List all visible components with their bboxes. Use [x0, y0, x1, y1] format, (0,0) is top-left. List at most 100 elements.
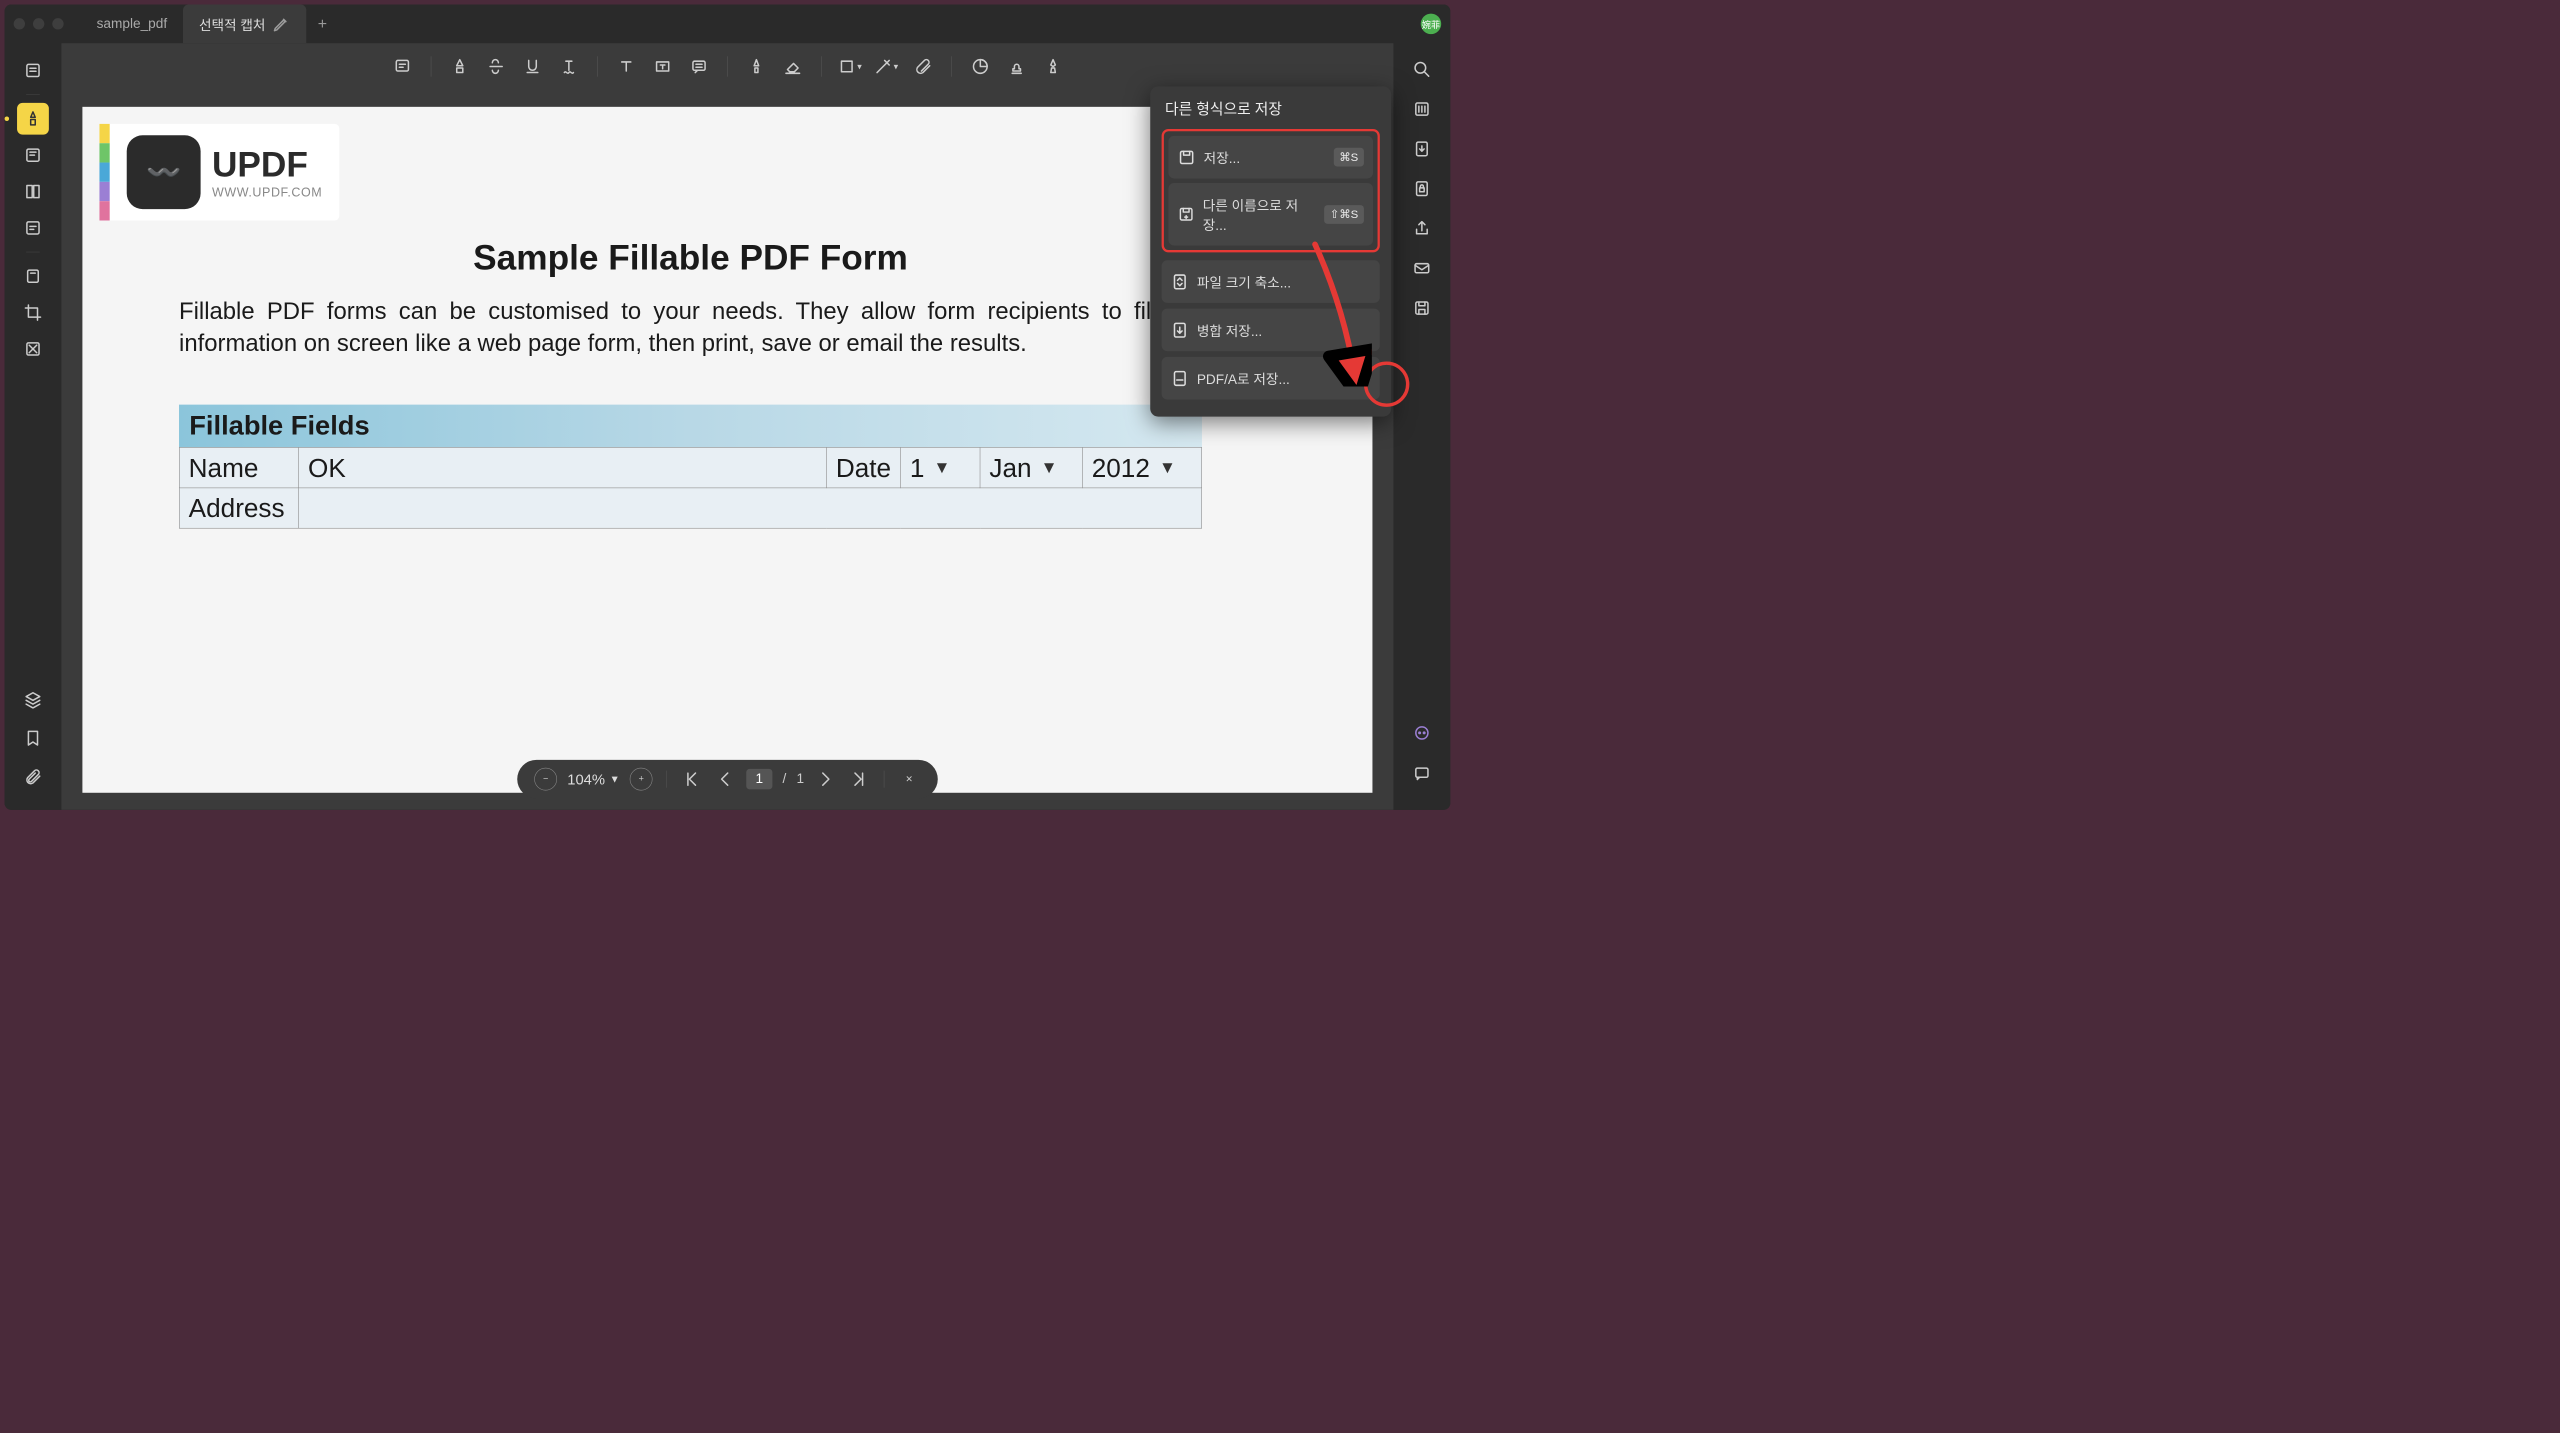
address-field[interactable] — [299, 488, 1202, 528]
signature-button[interactable] — [1037, 51, 1069, 83]
close-controls-button[interactable]: ✕ — [898, 768, 921, 791]
zoom-level[interactable]: 104%▼ — [567, 770, 619, 788]
reader-mode-button[interactable] — [17, 55, 49, 87]
merge-icon — [1171, 321, 1189, 339]
callout-button[interactable] — [683, 51, 715, 83]
month-select[interactable]: Jan▼ — [980, 448, 1082, 488]
highlight-button[interactable] — [444, 51, 476, 83]
squiggle-button[interactable] — [553, 51, 585, 83]
highlight-annotation: 저장... ⌘S 다른 이름으로 저장... ⇧⌘S — [1162, 129, 1380, 252]
textbox-button[interactable] — [646, 51, 678, 83]
annotation-toolbar: ▾ ▾ — [61, 43, 1393, 90]
last-page-button[interactable] — [847, 768, 870, 791]
share-button[interactable] — [1407, 214, 1437, 244]
note-button[interactable] — [386, 51, 418, 83]
search-button[interactable] — [1407, 55, 1437, 85]
crop-button[interactable] — [17, 297, 49, 329]
chevron-down-icon: ▼ — [933, 458, 950, 477]
year-select[interactable]: 2012▼ — [1082, 448, 1201, 488]
chevron-down-icon: ▼ — [610, 773, 620, 785]
save-icon — [1178, 148, 1196, 166]
zoom-in-button[interactable]: + — [630, 768, 653, 791]
name-label: Name — [179, 448, 298, 488]
document-title: Sample Fillable PDF Form — [99, 238, 1281, 278]
save-as-popover: 다른 형식으로 저장 저장... ⌘S 다른 이름으로 저장... ⇧⌘S 파일… — [1150, 86, 1391, 416]
brand-header: 〰️ UPDF WWW.UPDF.COM — [99, 124, 339, 221]
prev-page-button[interactable] — [713, 768, 736, 791]
pencil-button[interactable] — [740, 51, 772, 83]
date-label: Date — [826, 448, 900, 488]
stamp-button[interactable]: ▾ — [870, 51, 902, 83]
attachment-button[interactable] — [17, 761, 49, 793]
chevron-down-icon: ▼ — [1159, 458, 1176, 477]
document-body: Fillable PDF forms can be customised to … — [179, 295, 1202, 359]
eraser-button[interactable] — [777, 51, 809, 83]
sticker-button[interactable] — [964, 51, 996, 83]
reduce-size-item[interactable]: 파일 크기 축소... — [1162, 260, 1380, 303]
organize-mode-button[interactable] — [17, 176, 49, 208]
next-page-button[interactable] — [814, 768, 837, 791]
pencil-icon[interactable] — [272, 15, 290, 33]
first-page-button[interactable] — [681, 768, 704, 791]
underline-button[interactable] — [516, 51, 548, 83]
save-as-icon — [1178, 205, 1195, 223]
zoom-out-button[interactable]: − — [534, 768, 557, 791]
section-heading: Fillable Fields — [179, 405, 1202, 448]
page-total: 1 — [796, 771, 804, 787]
tab-label: sample_pdf — [97, 16, 168, 32]
close-window-icon[interactable] — [14, 18, 25, 29]
save-as-shortcut: ⇧⌘S — [1324, 205, 1364, 224]
titlebar: sample_pdf 선택적 캡처 + 婉菲 — [5, 5, 1451, 44]
color-strip-icon — [99, 124, 109, 221]
tab-label: 선택적 캡처 — [199, 14, 266, 34]
tools-button[interactable] — [17, 260, 49, 292]
protect-button[interactable] — [1407, 174, 1437, 204]
reduce-label: 파일 크기 축소... — [1197, 272, 1291, 292]
pdfa-save-item[interactable]: PDF/A로 저장... — [1162, 357, 1380, 400]
shape-button[interactable]: ▾ — [834, 51, 866, 83]
annotate-mode-button[interactable] — [17, 103, 49, 135]
comment-button[interactable] — [1407, 759, 1437, 789]
attach-button[interactable] — [907, 51, 939, 83]
page-controls: − 104%▼ + 1 / 1 ✕ — [517, 760, 937, 799]
text-button[interactable] — [610, 51, 642, 83]
save-label: 저장... — [1204, 147, 1240, 167]
compress-icon — [1171, 272, 1189, 290]
save-item[interactable]: 저장... ⌘S — [1168, 136, 1373, 179]
pdfa-label: PDF/A로 저장... — [1197, 368, 1290, 388]
convert-button[interactable] — [1407, 134, 1437, 164]
minimize-window-icon[interactable] — [33, 18, 44, 29]
popover-title: 다른 형식으로 저장 — [1162, 98, 1380, 119]
maximize-window-icon[interactable] — [52, 18, 63, 29]
save-shortcut: ⌘S — [1334, 148, 1364, 167]
fillable-fields-table: Name OK Date 1▼ Jan▼ 2012▼ Address — [179, 447, 1202, 528]
strikethrough-button[interactable] — [480, 51, 512, 83]
day-select[interactable]: 1▼ — [900, 448, 980, 488]
brand-site: WWW.UPDF.COM — [212, 185, 322, 200]
layers-button[interactable] — [17, 684, 49, 716]
edit-mode-button[interactable] — [17, 139, 49, 171]
merge-label: 병합 저장... — [1197, 320, 1262, 340]
email-button[interactable] — [1407, 253, 1437, 283]
form-mode-button[interactable] — [17, 212, 49, 244]
bookmark-button[interactable] — [17, 722, 49, 754]
right-sidebar — [1393, 43, 1450, 810]
save-menu-button[interactable] — [1407, 293, 1437, 323]
save-as-item[interactable]: 다른 이름으로 저장... ⇧⌘S — [1168, 183, 1373, 246]
brand-name: UPDF — [212, 145, 322, 185]
stamp-approve-button[interactable] — [1000, 51, 1032, 83]
new-tab-button[interactable]: + — [306, 15, 338, 33]
updf-logo-icon: 〰️ — [127, 135, 201, 209]
ocr-button[interactable] — [1407, 94, 1437, 124]
avatar[interactable]: 婉菲 — [1421, 14, 1441, 34]
ai-button[interactable] — [1407, 719, 1437, 749]
merge-save-item[interactable]: 병합 저장... — [1162, 309, 1380, 352]
redact-button[interactable] — [17, 333, 49, 365]
left-sidebar — [5, 43, 62, 810]
tab-capture[interactable]: 선택적 캡처 — [183, 5, 306, 44]
tab-sample-pdf[interactable]: sample_pdf — [81, 5, 183, 44]
tab-bar: sample_pdf 선택적 캡처 + — [81, 5, 1421, 44]
page-current-input[interactable]: 1 — [746, 769, 772, 789]
name-field[interactable]: OK — [299, 448, 827, 488]
address-label: Address — [179, 488, 298, 528]
